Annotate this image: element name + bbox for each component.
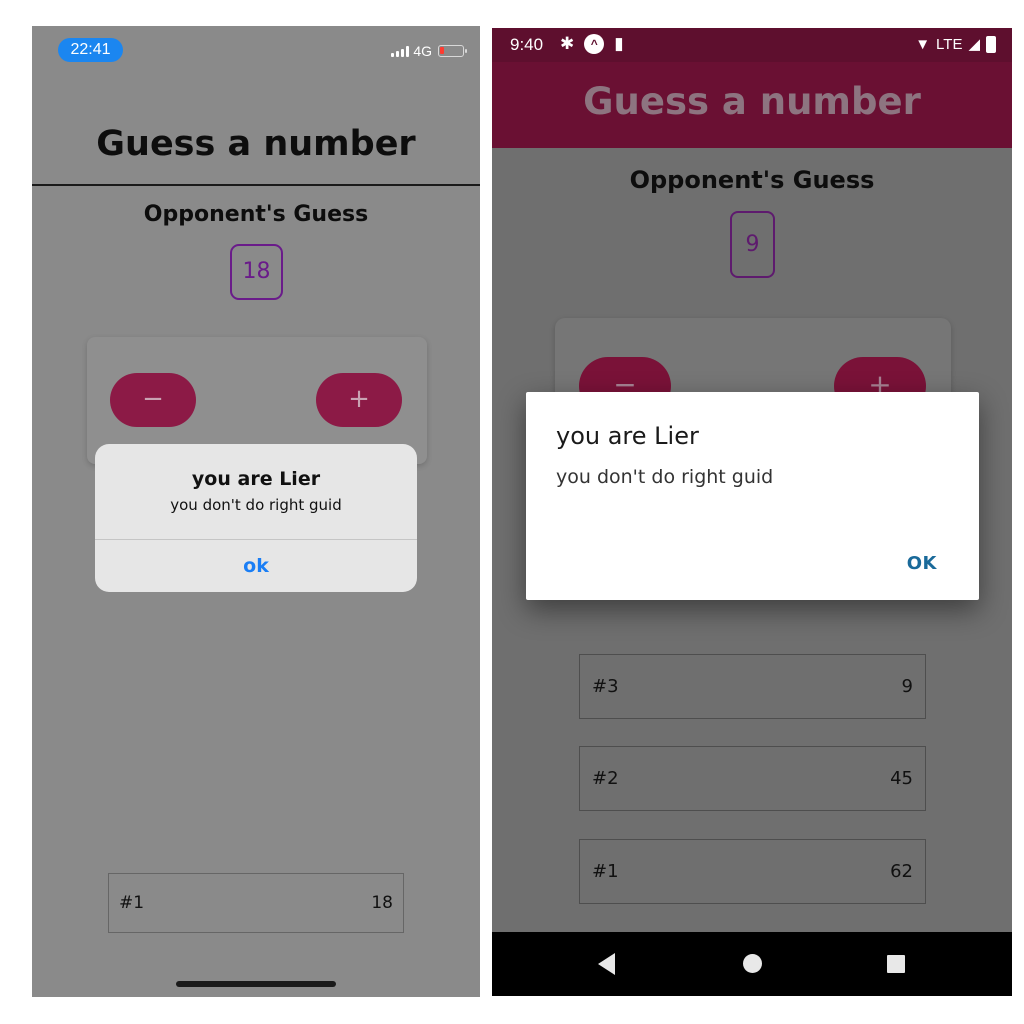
list-item: #2 45 [579, 746, 926, 811]
round-label: #2 [592, 768, 619, 789]
opponent-guess-label: Opponent's Guess [143, 202, 369, 227]
app-header: Guess a number [32, 86, 480, 186]
home-indicator[interactable] [176, 981, 336, 987]
app-notification-icon: ^ [584, 34, 605, 54]
back-icon[interactable] [598, 953, 615, 975]
alert-dialog: you are Lier you don't do right guid ok [95, 444, 417, 592]
recents-icon[interactable] [887, 955, 905, 973]
network-label: LTE [936, 35, 963, 53]
wifi-icon: ▼ [915, 35, 931, 53]
alert-dialog: you are Lier you don't do right guid OK [526, 392, 979, 600]
alert-ok-button[interactable]: OK [907, 553, 937, 574]
navigation-bar [492, 932, 1012, 996]
list-item: #1 62 [579, 839, 926, 904]
notification-icons: ✱ ^ ▮ [560, 34, 624, 54]
alert-message: you don't do right guid [170, 496, 342, 514]
status-time: 22:41 [58, 38, 123, 62]
round-value: 45 [890, 768, 913, 789]
status-bar: 9:40 ✱ ^ ▮ ▼ LTE ◢ [492, 28, 1012, 62]
status-indicators: ▼ LTE ◢ [915, 35, 996, 53]
alert-message: you don't do right guid [556, 466, 774, 488]
alert-ok-button[interactable]: ok [95, 540, 417, 592]
list-item: #3 9 [579, 654, 926, 719]
settings-icon: ✱ [560, 34, 575, 53]
ios-screen: 22:41 4G Guess a number Opponent's Guess… [32, 26, 480, 997]
app-title: Guess a number [96, 124, 416, 164]
round-label: #3 [592, 676, 619, 697]
lower-button[interactable]: − [110, 373, 196, 427]
greater-button[interactable]: + [316, 373, 402, 427]
app-header: Guess a number [492, 62, 1012, 148]
battery-icon [986, 35, 996, 53]
round-label: #1 [119, 893, 145, 913]
signal-icon: ◢ [968, 36, 980, 53]
round-label: #1 [592, 861, 619, 882]
round-value: 9 [901, 676, 913, 697]
app-title: Guess a number [583, 80, 921, 123]
alert-title: you are Lier [191, 468, 321, 490]
status-time: 9:40 [510, 35, 544, 54]
opponent-guess-label: Opponent's Guess [629, 166, 875, 194]
network-label: 4G [413, 43, 432, 59]
status-indicators: 4G [391, 43, 467, 59]
round-value: 62 [890, 861, 913, 882]
list-item: #1 18 [108, 873, 404, 933]
round-value: 18 [371, 893, 393, 913]
signal-icon [391, 45, 410, 57]
battery-icon [438, 45, 467, 57]
android-screen: 9:40 ✱ ^ ▮ ▼ LTE ◢ Guess a number Oppone… [492, 28, 1012, 996]
sd-card-icon: ▮ [614, 34, 624, 53]
opponent-guess-number: 9 [730, 211, 775, 278]
opponent-guess-number: 18 [230, 244, 283, 300]
home-icon[interactable] [743, 954, 762, 973]
alert-title: you are Lier [556, 422, 699, 450]
